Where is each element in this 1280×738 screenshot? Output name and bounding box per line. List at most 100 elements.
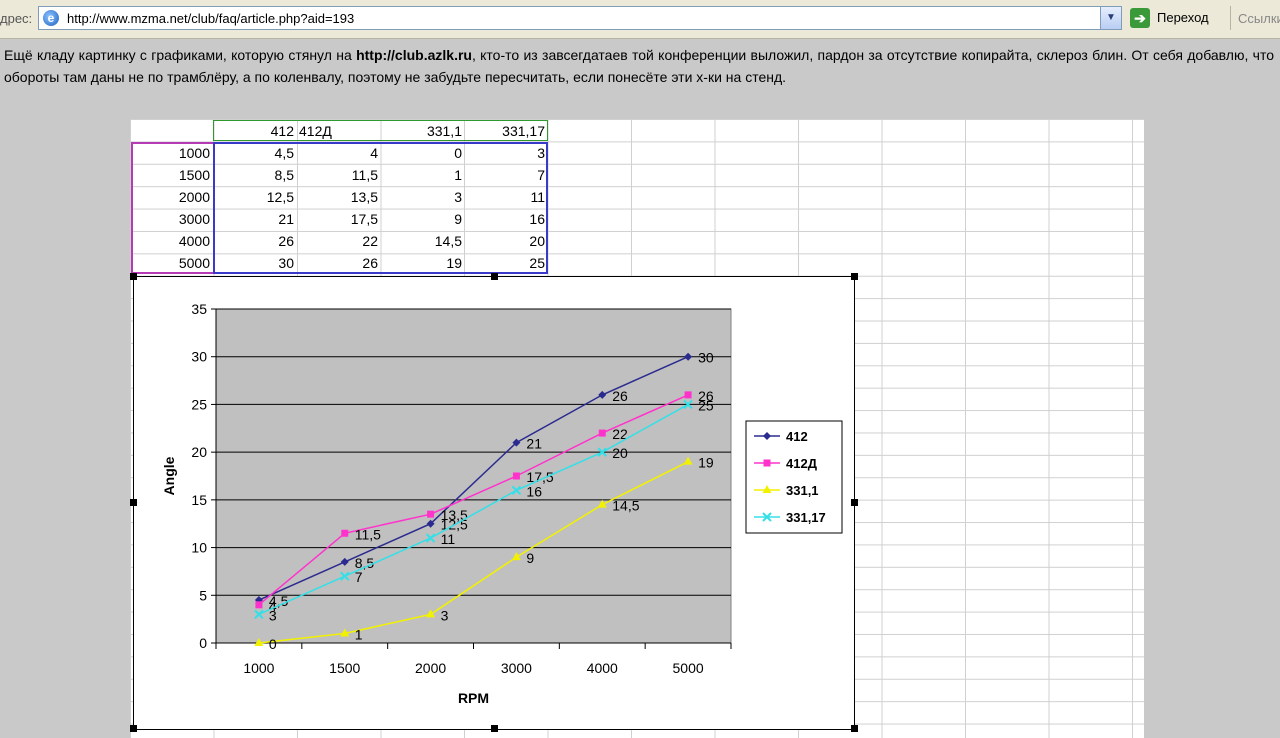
data-point [598, 429, 606, 437]
chart[interactable]: 0 5 10 15 20 25 30 35 1000 1500 2000 3000 4000 5000 RP… [130, 273, 858, 732]
header-cell[interactable]: 331,1 [381, 120, 465, 142]
resize-handle[interactable] [491, 725, 498, 732]
row-label-cell[interactable]: 4000 [131, 230, 213, 252]
data-cell[interactable]: 12,5 [213, 186, 297, 208]
article-part-1: Ещё кладу картинку с графиками, которую … [4, 47, 357, 63]
y-tick-label: 15 [191, 492, 207, 508]
data-label: 9 [526, 550, 534, 566]
data-label: 19 [698, 455, 714, 471]
data-point [684, 391, 692, 399]
data-cell[interactable]: 25 [465, 252, 548, 274]
x-tick-label: 5000 [673, 660, 704, 676]
row-label-cell[interactable]: 1000 [131, 142, 213, 164]
address-label: дрес: [0, 11, 33, 26]
links-button[interactable]: Ссылки [1238, 11, 1280, 26]
address-input[interactable]: e http://www.mzma.net/club/faq/article.p… [38, 6, 1122, 30]
y-axis-title: Angle [161, 456, 177, 495]
data-cell[interactable]: 7 [465, 164, 548, 186]
data-cell[interactable]: 19 [381, 252, 465, 274]
data-label: 25 [698, 397, 714, 413]
data-point [341, 529, 349, 537]
data-cell[interactable]: 30 [213, 252, 297, 274]
data-cell[interactable]: 3 [465, 142, 548, 164]
data-label: 3 [441, 607, 449, 623]
plot-area [215, 308, 732, 644]
article-link[interactable]: http://club.azlk.ru [356, 47, 472, 63]
data-cell[interactable]: 11,5 [297, 164, 381, 186]
y-tick-label: 0 [199, 635, 207, 651]
y-tick-label: 20 [191, 444, 207, 460]
data-cell[interactable]: 17,5 [297, 208, 381, 230]
y-tick-label: 25 [191, 396, 207, 412]
data-cell[interactable]: 3 [381, 186, 465, 208]
header-cell[interactable]: 331,17 [465, 120, 548, 142]
y-tick-label: 30 [191, 349, 207, 365]
data-label: 1 [355, 626, 363, 642]
resize-handle[interactable] [851, 725, 858, 732]
data-label: 3 [269, 607, 277, 623]
y-tick-label: 5 [199, 587, 207, 603]
x-axis-title: RPM [458, 690, 489, 706]
data-point [512, 472, 520, 480]
chevron-down-icon[interactable]: ▼ [1100, 7, 1121, 29]
data-cell[interactable]: 13,5 [297, 186, 381, 208]
resize-handle[interactable] [851, 499, 858, 506]
go-arrow-icon: ➔ [1130, 8, 1150, 28]
data-label: 13,5 [441, 507, 468, 523]
data-cell[interactable]: 26 [213, 230, 297, 252]
data-label: 14,5 [612, 498, 639, 514]
ie-page-icon: e [43, 10, 59, 26]
data-cell[interactable]: 14,5 [381, 230, 465, 252]
y-tick-label: 10 [191, 540, 207, 556]
data-cell[interactable]: 20 [465, 230, 548, 252]
go-label: Переход [1157, 10, 1209, 25]
row-label-cell[interactable]: 5000 [131, 252, 213, 274]
header-cell[interactable]: 412 [213, 120, 297, 142]
data-cell[interactable]: 4 [297, 142, 381, 164]
row-label-cell[interactable]: 2000 [131, 186, 213, 208]
data-point [427, 510, 435, 518]
data-cell[interactable]: 1 [381, 164, 465, 186]
x-tick-label: 3000 [501, 660, 532, 676]
toolbar-separator [1230, 6, 1231, 30]
resize-handle[interactable] [130, 725, 137, 732]
data-label: 16 [526, 483, 542, 499]
data-cell[interactable]: 22 [297, 230, 381, 252]
data-label: 20 [612, 445, 628, 461]
resize-handle[interactable] [491, 273, 498, 280]
data-cell[interactable]: 0 [381, 142, 465, 164]
x-tick-label: 1500 [329, 660, 360, 676]
data-cell[interactable]: 9 [381, 208, 465, 230]
legend-marker [763, 459, 771, 467]
legend-entry: 412 [786, 429, 808, 444]
legend-entry: 331,17 [786, 510, 826, 525]
data-label: 30 [698, 350, 714, 366]
resize-handle[interactable] [851, 273, 858, 280]
address-url[interactable]: http://www.mzma.net/club/faq/article.php… [67, 11, 354, 26]
data-cell[interactable]: 11 [465, 186, 548, 208]
resize-handle[interactable] [130, 273, 137, 280]
data-label: 11,5 [355, 526, 381, 542]
row-label-cell[interactable]: 3000 [131, 208, 213, 230]
x-tick-label: 1000 [243, 660, 274, 676]
header-cell[interactable]: 412Д [297, 120, 381, 142]
go-button[interactable]: ➔ Переход [1130, 7, 1226, 29]
row-label-cell[interactable]: 1500 [131, 164, 213, 186]
data-label: 11 [441, 531, 456, 547]
legend-entry: 331,1 [786, 483, 819, 498]
data-label: 26 [612, 388, 628, 404]
legend-entry: 412Д [786, 456, 818, 471]
article-text: Ещё кладу картинку с графиками, которую … [4, 44, 1274, 88]
data-label: 7 [355, 569, 363, 585]
line-chart: 051015202530351000 1500 2000 3000 4000 5000RP… [161, 301, 843, 706]
data-point [255, 601, 263, 609]
resize-handle[interactable] [130, 499, 137, 506]
address-bar: дрес: e http://www.mzma.net/club/faq/art… [0, 0, 1280, 39]
data-cell[interactable]: 4,5 [213, 142, 297, 164]
data-cell[interactable]: 8,5 [213, 164, 297, 186]
data-label: 21 [526, 436, 542, 452]
data-cell[interactable]: 16 [465, 208, 548, 230]
data-cell[interactable]: 26 [297, 252, 381, 274]
x-tick-label: 4000 [587, 660, 618, 676]
data-cell[interactable]: 21 [213, 208, 297, 230]
